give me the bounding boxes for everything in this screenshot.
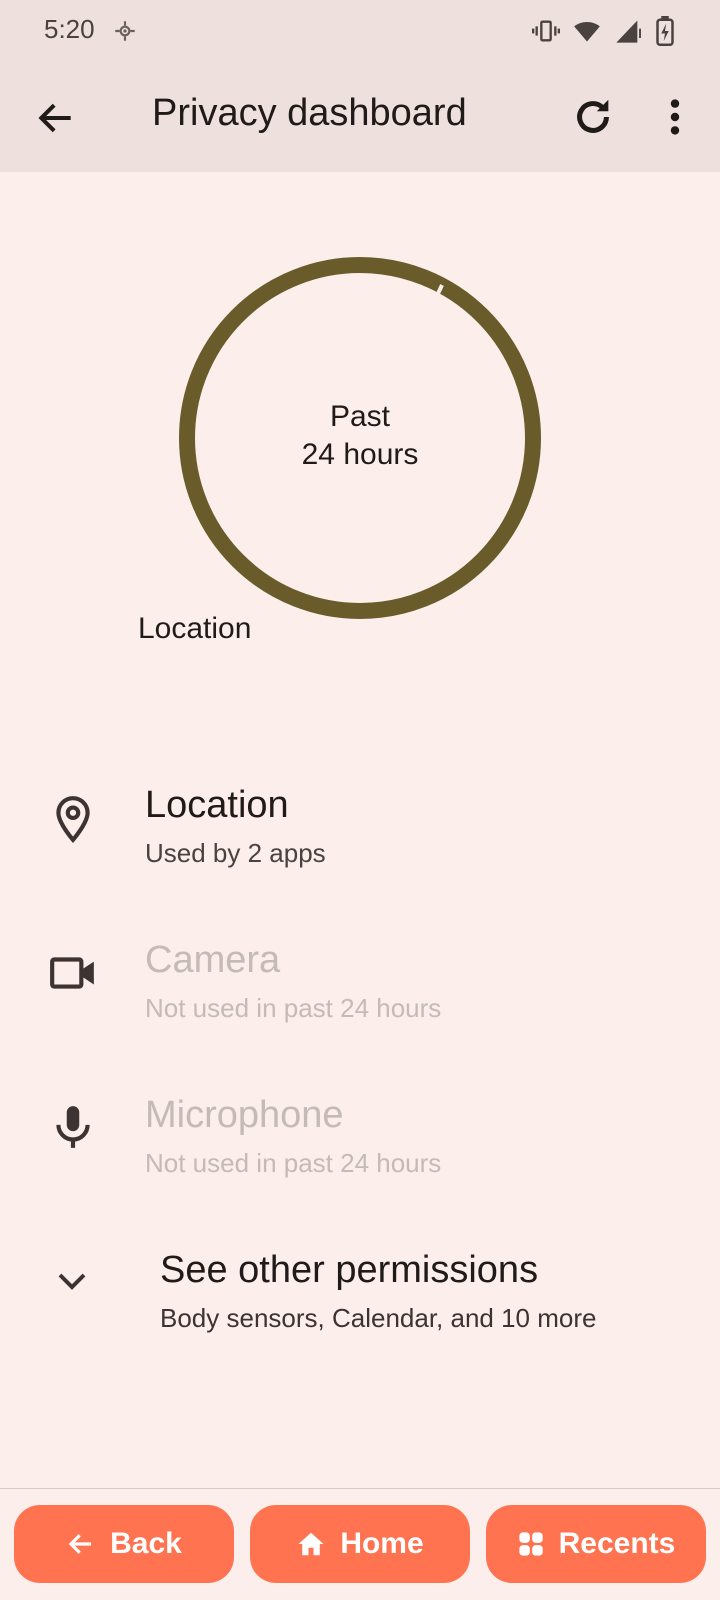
status-icons [532,16,676,46]
nav-home-label: Home [340,1527,424,1560]
location-pin-icon [56,796,90,843]
usage-ring-center-text: Past 24 hours [178,398,542,474]
see-other-permissions[interactable]: See other permissions Body sensors, Cale… [0,1235,720,1355]
permission-subtitle: Not used in past 24 hours [145,1148,442,1178]
chevron-down-icon [58,1273,86,1290]
see-other-permissions-title: See other permissions [160,1249,539,1291]
permission-item-camera[interactable]: Camera Not used in past 24 hours [0,925,720,1045]
home-icon [298,1532,324,1556]
permission-subtitle: Used by 2 apps [145,838,326,868]
permission-title: Location [145,784,289,826]
nav-back-label: Back [110,1527,182,1560]
permission-title: Camera [145,939,281,981]
status-time: 5:20 [44,14,95,44]
see-other-permissions-subtitle: Body sensors, Calendar, and 10 more [160,1303,597,1333]
page-title: Privacy dashboard [152,92,467,134]
microphone-icon [56,1106,90,1148]
back-arrow-icon[interactable] [34,96,78,140]
usage-ring-period-line2: 24 hours [301,438,419,471]
battery-charging-icon [656,16,674,46]
usage-ring-segment-label: Location [138,612,252,645]
usage-ring-period-line1: Past [329,400,391,433]
permission-item-microphone[interactable]: Microphone Not used in past 24 hours [0,1080,720,1200]
permission-title: Microphone [145,1094,344,1136]
nav-back-button[interactable]: Back [14,1505,234,1583]
permission-item-location[interactable]: Location Used by 2 apps [0,770,720,890]
signal-icon [616,20,641,43]
nav-recents-label: Recents [558,1527,676,1560]
recents-grid-icon [518,1532,543,1556]
wifi-icon [574,21,600,42]
refresh-icon[interactable] [570,94,616,140]
location-icon [115,21,135,41]
back-arrow-icon [68,1534,92,1554]
more-vert-icon[interactable] [652,94,698,140]
permission-subtitle: Not used in past 24 hours [145,993,442,1023]
status-bar: 5:20 [0,0,720,62]
nav-home-button[interactable]: Home [250,1505,470,1583]
camera-icon [50,957,94,989]
navigation-bar: Back Home Recents [0,1489,720,1600]
vibrate-icon [532,20,560,42]
app-bar: Privacy dashboard [0,62,720,172]
nav-recents-button[interactable]: Recents [486,1505,706,1583]
